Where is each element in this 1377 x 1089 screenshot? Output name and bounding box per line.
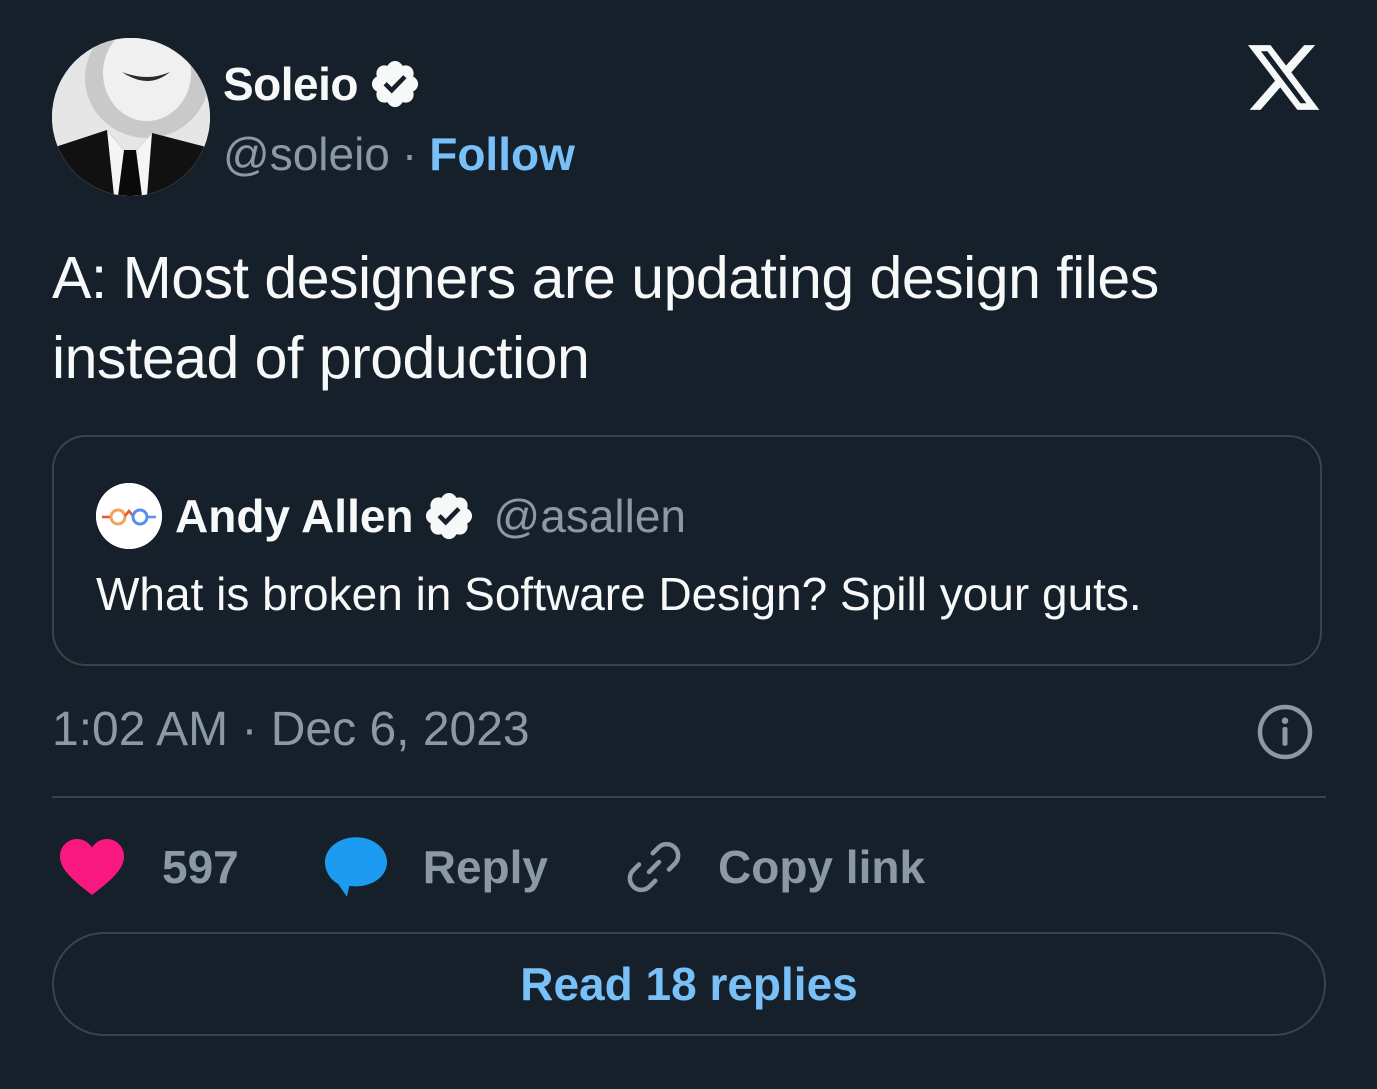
quote-text: What is broken in Software Design? Spill… — [96, 568, 1142, 620]
follow-button[interactable]: Follow — [429, 127, 575, 181]
divider — [52, 796, 1326, 798]
author-handle-row: @soleio · Follow — [223, 126, 575, 182]
glasses-logo-icon — [96, 483, 162, 549]
author-handle[interactable]: @soleio — [223, 127, 390, 181]
author-name-row: Soleio — [223, 56, 422, 112]
verified-badge-icon — [371, 60, 419, 108]
quote-avatar[interactable] — [96, 483, 162, 549]
tweet-text: A: Most designers are updating design fi… — [52, 245, 1159, 391]
avatar-image — [52, 38, 210, 196]
read-replies-button[interactable]: Read 18 replies — [52, 932, 1326, 1036]
copy-link-action[interactable]: Copy link — [624, 837, 925, 897]
quote-name-row: Andy Allen @asallen — [175, 487, 686, 545]
info-icon[interactable] — [1255, 702, 1315, 762]
like-action[interactable]: 597 — [52, 839, 239, 895]
reply-action[interactable]: Reply — [324, 837, 549, 897]
separator-dot: · — [401, 128, 418, 180]
tweet-timestamp[interactable]: 1:02 AM · Dec 6, 2023 — [52, 702, 530, 757]
author-avatar[interactable] — [52, 38, 210, 196]
tweet-actions: 597 Reply Copy link — [52, 832, 925, 902]
speech-bubble-icon — [324, 837, 387, 897]
x-logo-icon[interactable] — [1248, 44, 1322, 114]
quoted-tweet-card[interactable]: Andy Allen @asallen What is broken in So… — [52, 435, 1322, 666]
verified-badge-icon — [425, 492, 472, 540]
quote-handle[interactable]: @asallen — [494, 489, 686, 543]
like-count: 597 — [162, 841, 239, 893]
author-display-name[interactable]: Soleio — [223, 57, 359, 111]
copy-link-label: Copy link — [718, 841, 926, 893]
heart-icon — [60, 839, 124, 895]
reply-label: Reply — [422, 841, 549, 893]
link-icon — [627, 841, 681, 893]
quote-display-name[interactable]: Andy Allen — [175, 489, 414, 543]
